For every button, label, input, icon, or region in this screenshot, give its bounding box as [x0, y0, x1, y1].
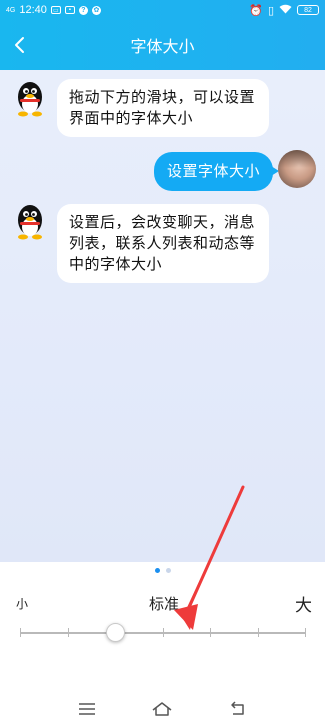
title-bar: 字体大小 — [0, 20, 325, 70]
chat-preview: 拖动下方的滑块，可以设置界面中的字体大小 设置字体大小 设置后，会改变聊天，消息… — [0, 70, 325, 562]
system-nav-bar — [0, 690, 325, 728]
chat-bubble-sent: 设置字体大小 — [154, 152, 280, 191]
page-dot-active[interactable] — [154, 568, 160, 573]
chat-bubble-received: 拖动下方的滑块，可以设置界面中的字体大小 — [57, 79, 269, 137]
status-right: ⏰ ▯ 82 — [249, 4, 319, 17]
page-indicator — [0, 568, 325, 573]
size-label-standard: 标准 — [149, 596, 180, 613]
battery-icon: 82 — [297, 5, 319, 15]
alarm-icon: ⏰ — [249, 4, 263, 17]
vibrate-icon: ▯ — [267, 4, 274, 17]
network-indicator: 4G — [6, 6, 16, 14]
slider-tick — [257, 628, 259, 637]
status-time: 12:40 — [19, 4, 47, 16]
slider-tick — [210, 628, 211, 637]
chevron-left-icon — [15, 37, 24, 53]
slider-tick — [162, 628, 164, 637]
slider-knob[interactable] — [105, 623, 125, 642]
home-icon[interactable] — [151, 701, 173, 717]
size-label-small: 小 — [16, 597, 29, 611]
notification-circle-icon: ? — [78, 5, 88, 15]
penguin-avatar-icon — [18, 82, 42, 117]
notification-box-icon: ▭ — [50, 6, 61, 14]
slider-tick — [67, 628, 69, 637]
status-bar: 4G 12:40 ▭ ▪ ? ✿ ⏰ ▯ 82 — [0, 0, 325, 20]
battery-level: 82 — [304, 6, 312, 14]
chat-bubble-received: 设置后，会改变聊天，消息列表，联系人列表和动态等中的字体大小 — [57, 204, 269, 283]
back-button[interactable] — [10, 34, 32, 56]
size-label-large: 大 — [295, 596, 312, 615]
penguin-avatar-icon — [18, 205, 42, 240]
wifi-icon — [279, 4, 292, 17]
page-dot[interactable] — [165, 568, 171, 573]
font-size-slider[interactable] — [20, 623, 306, 642]
status-left: 4G 12:40 ▭ ▪ ? ✿ — [6, 4, 101, 16]
notification-square-icon: ▪ — [64, 6, 75, 14]
menu-icon[interactable] — [78, 702, 96, 716]
user-avatar — [278, 150, 316, 188]
slider-tick — [20, 628, 21, 637]
page-title: 字体大小 — [130, 39, 195, 56]
notification-app-icon: ✿ — [91, 5, 101, 15]
slider-tick — [305, 628, 306, 637]
return-icon[interactable] — [229, 701, 247, 717]
